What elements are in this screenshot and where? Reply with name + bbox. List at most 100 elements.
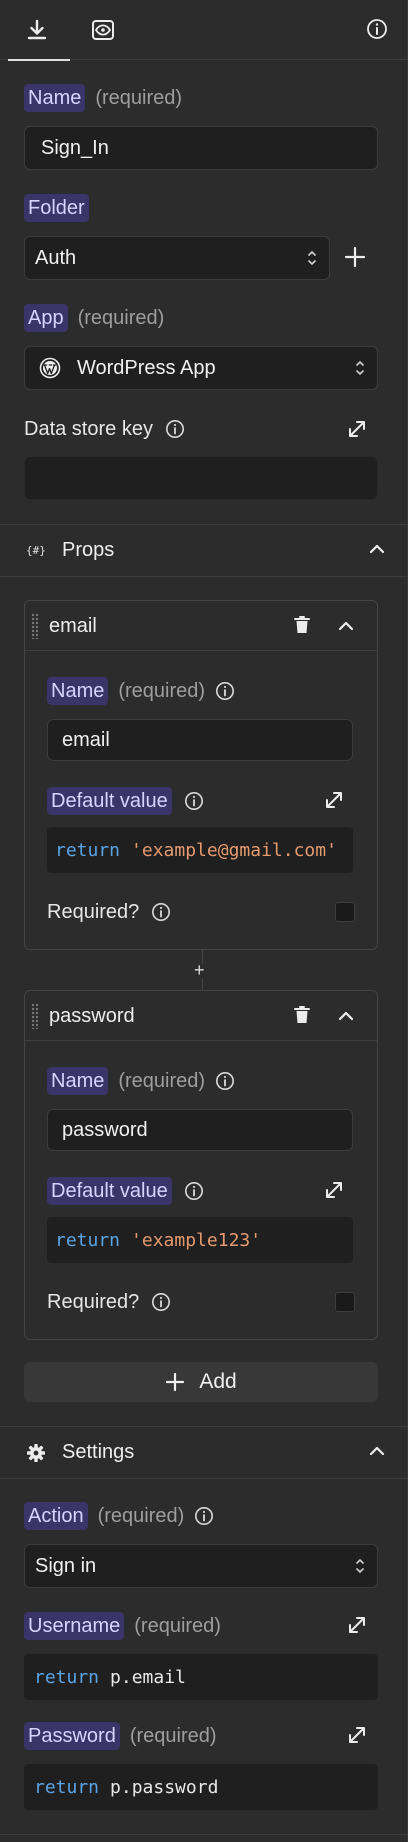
name-label: Name: [24, 84, 86, 112]
drag-handle-icon[interactable]: [31, 1003, 39, 1029]
add-folder-plus-icon[interactable]: [344, 246, 366, 268]
data-store-key-label-row: Data store key: [24, 418, 185, 440]
chevron-up-icon[interactable]: [337, 1010, 355, 1022]
chevron-up-icon[interactable]: [368, 543, 386, 555]
action-select[interactable]: Sign in: [24, 1544, 378, 1588]
gear-icon: [26, 1443, 46, 1463]
prop-name-label-row: Name (required): [47, 1067, 235, 1095]
chevron-up-icon[interactable]: [368, 1445, 386, 1457]
info-icon[interactable]: [184, 791, 204, 811]
password-label-row: Password (required): [24, 1722, 217, 1750]
prop-name-input[interactable]: password: [47, 1109, 353, 1151]
prop-required-label: Required?: [47, 1291, 140, 1313]
name-label-row: Name (required): [24, 84, 182, 112]
code-keyword: return: [55, 839, 121, 861]
prop-name-value: email: [62, 728, 110, 751]
prop-default-label: Default value: [47, 1177, 172, 1205]
expand-icon[interactable]: [323, 1179, 345, 1201]
expand-icon[interactable]: [346, 418, 368, 440]
prop-title: email: [49, 615, 97, 637]
app-select[interactable]: WordPress App: [24, 346, 378, 390]
info-icon[interactable]: [151, 902, 171, 922]
username-required-hint: (required): [134, 1615, 221, 1637]
action-select-value: Sign in: [35, 1554, 97, 1577]
info-icon[interactable]: [151, 1292, 171, 1312]
prop-default-label-row: Default value: [47, 1177, 204, 1205]
password-code-editor[interactable]: return p.password: [24, 1764, 378, 1810]
app-label-row: App (required): [24, 304, 164, 332]
divider: [0, 1478, 408, 1479]
eye-preview-icon: [91, 19, 115, 41]
password-required-hint: (required): [129, 1725, 217, 1747]
username-label-row: Username (required): [24, 1612, 221, 1640]
data-store-key-label: Data store key: [24, 418, 153, 440]
username-label: Username: [24, 1612, 125, 1640]
add-prop-button[interactable]: Add: [24, 1362, 378, 1402]
prop-name-input[interactable]: email: [47, 719, 353, 761]
prop-name-label-row: Name (required): [47, 677, 235, 705]
info-icon[interactable]: [194, 1506, 214, 1526]
prop-card-header: password: [25, 991, 377, 1041]
configuration-panel: Name (required) Sign_In Folder Auth App …: [0, 0, 408, 1842]
info-icon[interactable]: [215, 681, 235, 701]
select-arrows-icon: [307, 249, 317, 267]
prop-name-label: Name: [47, 1067, 109, 1095]
prop-name-value: password: [62, 1118, 148, 1141]
info-icon[interactable]: [366, 18, 388, 40]
divider: [0, 1834, 408, 1835]
folder-label: Folder: [24, 194, 89, 222]
name-input-value: Sign_In: [41, 136, 109, 159]
prop-default-code-editor[interactable]: return 'example123': [47, 1217, 353, 1263]
name-input[interactable]: Sign_In: [24, 126, 378, 170]
tab-preview[interactable]: [70, 0, 136, 60]
wordpress-logo-icon: [39, 357, 61, 379]
prop-required-row: Required?: [47, 1291, 171, 1313]
info-icon[interactable]: [215, 1071, 235, 1091]
prop-default-code-editor[interactable]: return 'example@gmail.com': [47, 827, 353, 873]
code-keyword: return: [34, 1666, 100, 1688]
trash-icon[interactable]: [293, 615, 311, 635]
expand-icon[interactable]: [346, 1724, 368, 1746]
folder-select[interactable]: Auth: [24, 236, 330, 280]
prop-required-checkbox[interactable]: [335, 1292, 355, 1312]
props-section-header[interactable]: {#} Props: [0, 524, 408, 576]
select-arrows-icon: [355, 359, 365, 377]
download-icon: [26, 19, 48, 41]
prop-required-checkbox[interactable]: [335, 902, 355, 922]
folder-select-value: Auth: [35, 246, 77, 269]
data-store-key-input[interactable]: [24, 456, 378, 500]
username-code-editor[interactable]: return p.email: [24, 1654, 378, 1700]
tab-bar: [0, 0, 408, 61]
folder-label-row: Folder: [24, 194, 89, 222]
action-label-row: Action (required): [24, 1502, 214, 1530]
info-icon[interactable]: [165, 419, 185, 439]
password-label: Password: [24, 1722, 120, 1750]
prop-title: password: [49, 1005, 135, 1027]
action-required-hint: (required): [97, 1505, 185, 1527]
expand-icon[interactable]: [323, 789, 345, 811]
trash-icon[interactable]: [293, 1005, 311, 1025]
settings-section-title: Settings: [62, 1441, 135, 1463]
tab-download[interactable]: [4, 0, 70, 61]
prop-name-label: Name: [47, 677, 109, 705]
prop-card-email: email Name (required) email Default valu…: [24, 600, 378, 950]
expand-icon[interactable]: [346, 1614, 368, 1636]
info-icon[interactable]: [184, 1181, 204, 1201]
code-string: 'example@gmail.com': [131, 839, 337, 861]
plus-icon: [165, 1372, 185, 1392]
props-braces-icon: {#}: [26, 544, 46, 557]
connector-line: [202, 978, 203, 990]
drag-handle-icon[interactable]: [31, 613, 39, 639]
code-string: 'example123': [131, 1229, 262, 1251]
prop-name-required-hint: (required): [118, 1070, 206, 1092]
code-expression: p.email: [110, 1666, 186, 1688]
app-label: App: [24, 304, 68, 332]
prop-required-row: Required?: [47, 901, 171, 923]
settings-section-header[interactable]: Settings: [0, 1426, 408, 1478]
prop-name-required-hint: (required): [118, 680, 206, 702]
chevron-up-icon[interactable]: [337, 620, 355, 632]
app-select-value: WordPress App: [77, 356, 216, 379]
divider: [0, 576, 408, 577]
prop-required-label: Required?: [47, 901, 140, 923]
prop-card-password: password Name (required) password Defaul…: [24, 990, 378, 1340]
